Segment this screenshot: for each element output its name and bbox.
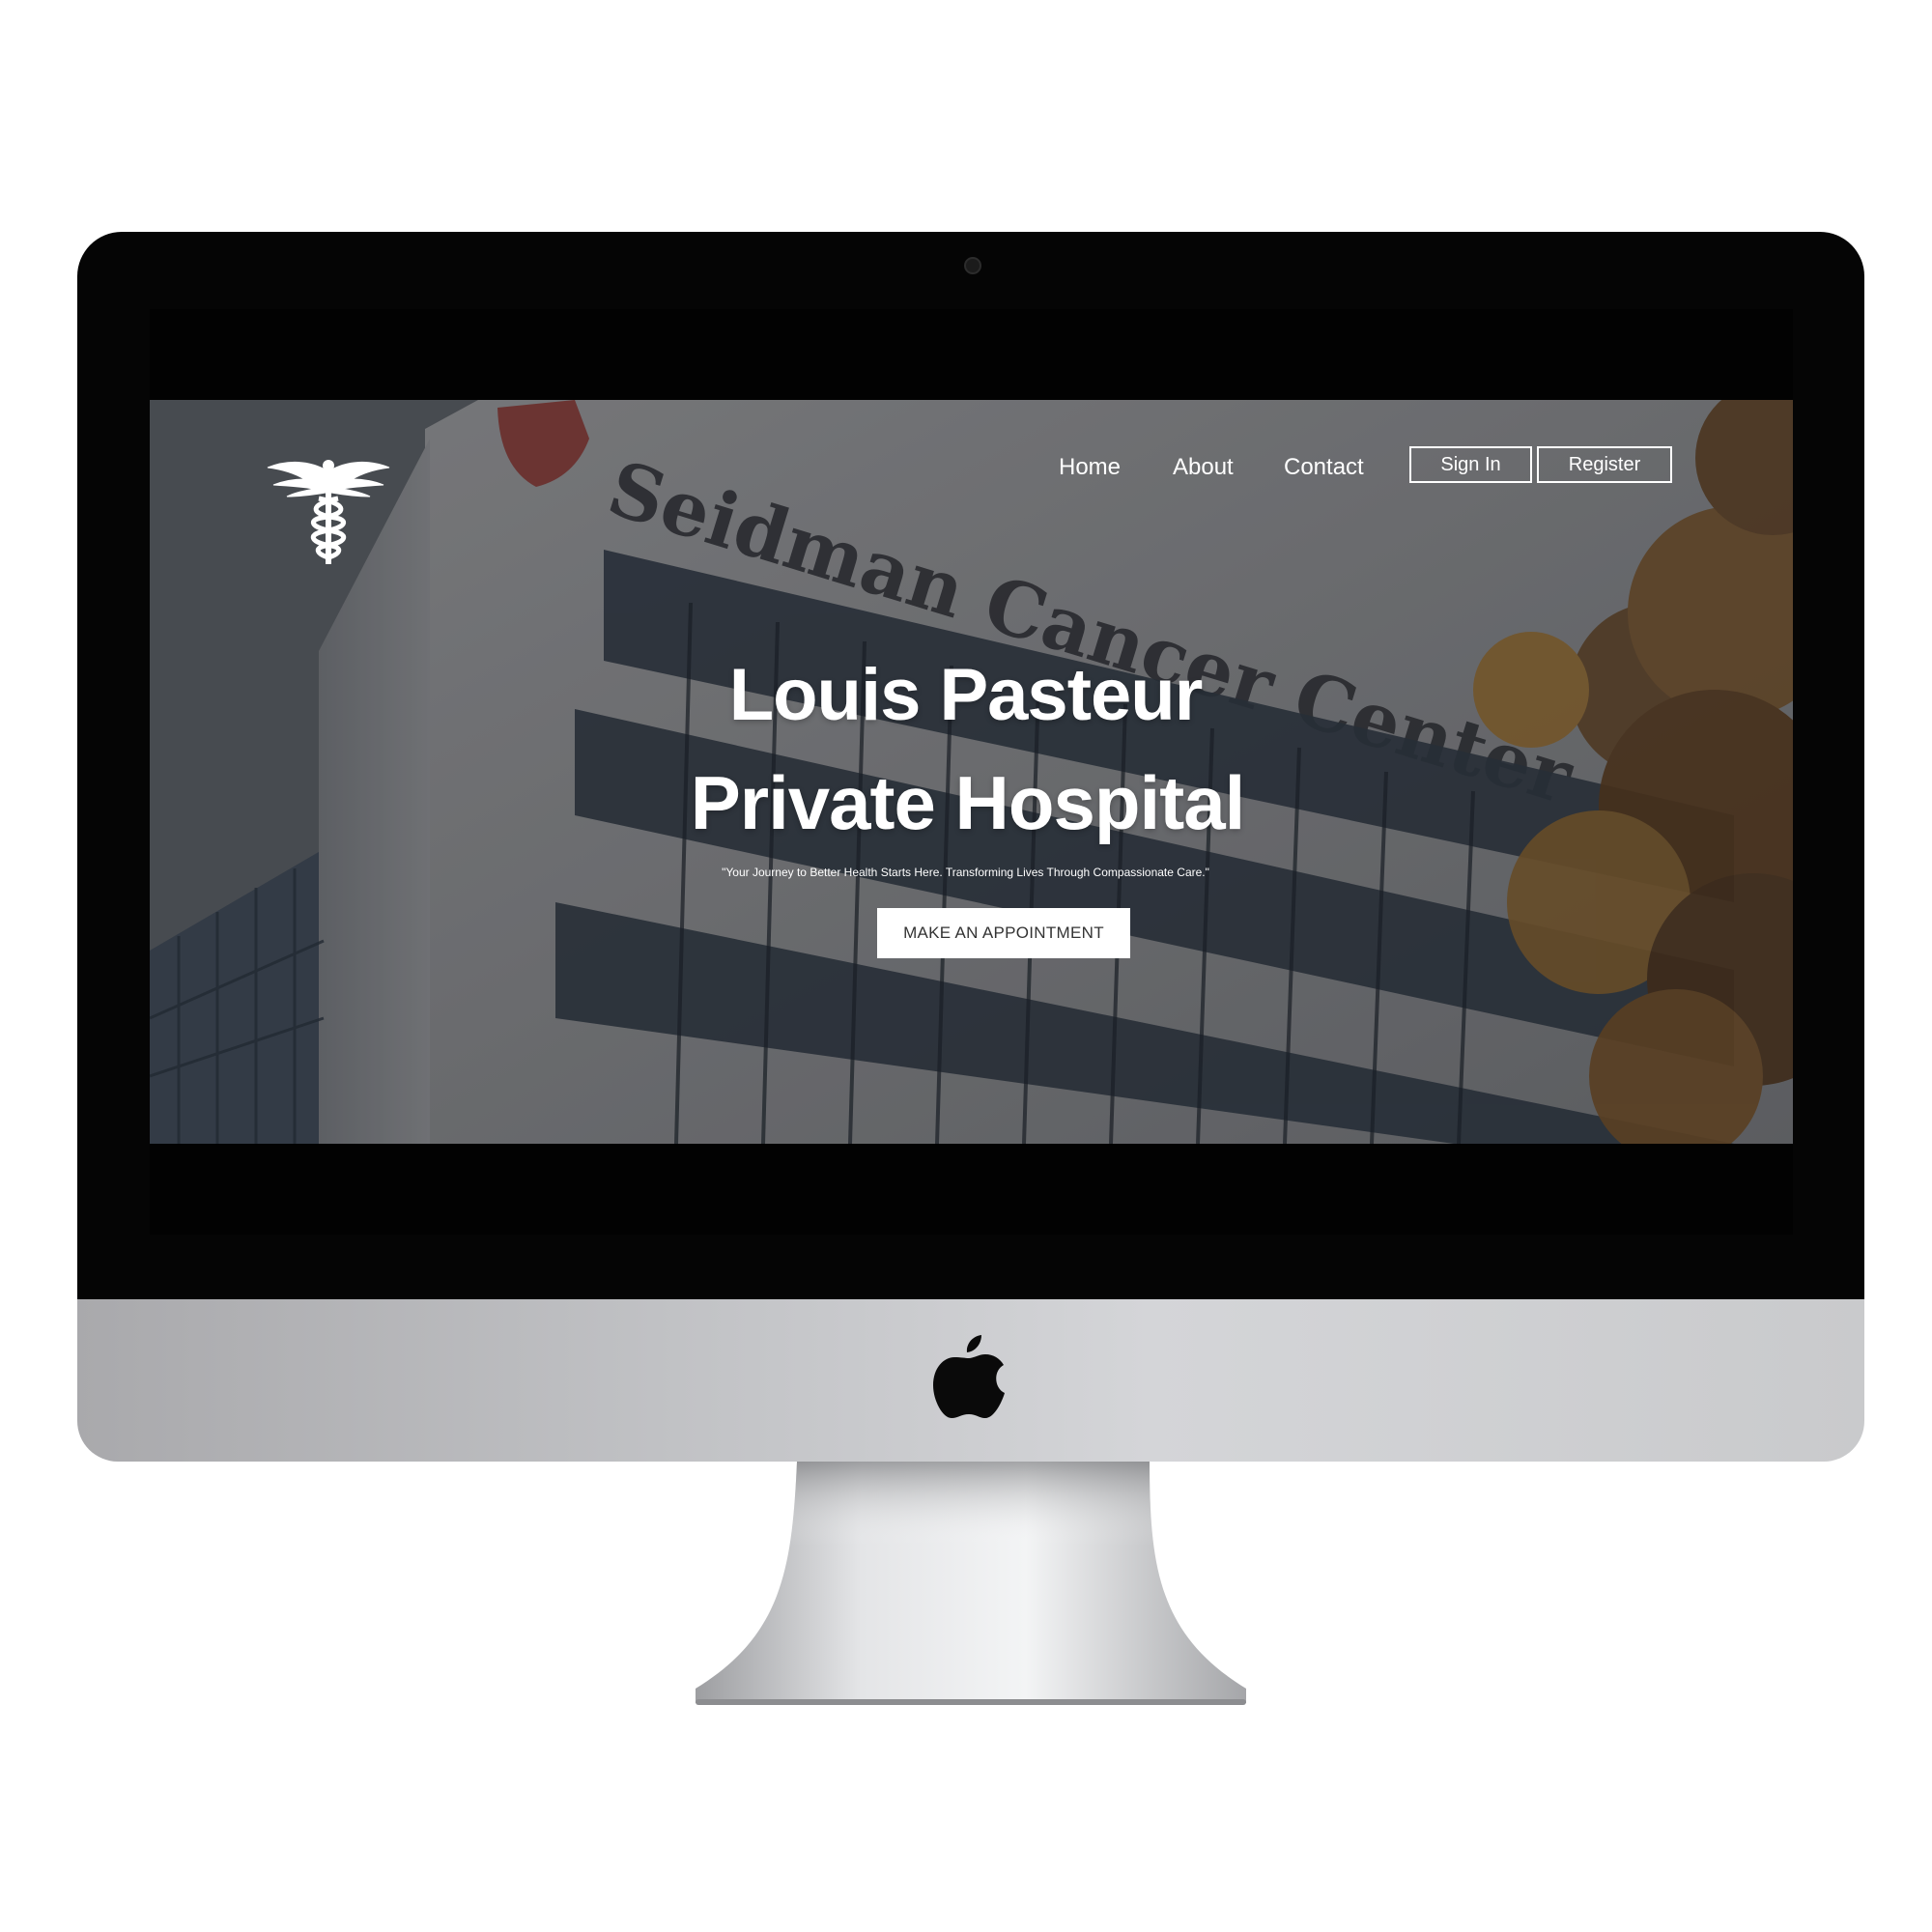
hero-title-line2: Private Hospital <box>690 760 1246 845</box>
main-nav: Home About Contact Sign In Register <box>150 446 1793 489</box>
hero-title-line1: Louis Pasteur <box>728 654 1204 736</box>
website-screen: Seidman Cancer Center Home About Contact… <box>150 309 1793 1235</box>
hero-section: Seidman Cancer Center Home About Contact… <box>150 400 1793 1144</box>
register-button[interactable]: Register <box>1537 446 1672 483</box>
nav-home-link[interactable]: Home <box>1059 454 1121 481</box>
sign-in-button[interactable]: Sign In <box>1409 446 1532 483</box>
webcam <box>964 257 981 274</box>
monitor-stand <box>696 1462 1246 1705</box>
apple-icon <box>933 1335 1005 1418</box>
hero-tagline: "Your Journey to Better Health Starts He… <box>722 866 1209 879</box>
nav-about-link[interactable]: About <box>1173 454 1234 481</box>
make-appointment-button[interactable]: MAKE AN APPOINTMENT <box>877 908 1130 958</box>
nav-contact-link[interactable]: Contact <box>1284 454 1364 481</box>
